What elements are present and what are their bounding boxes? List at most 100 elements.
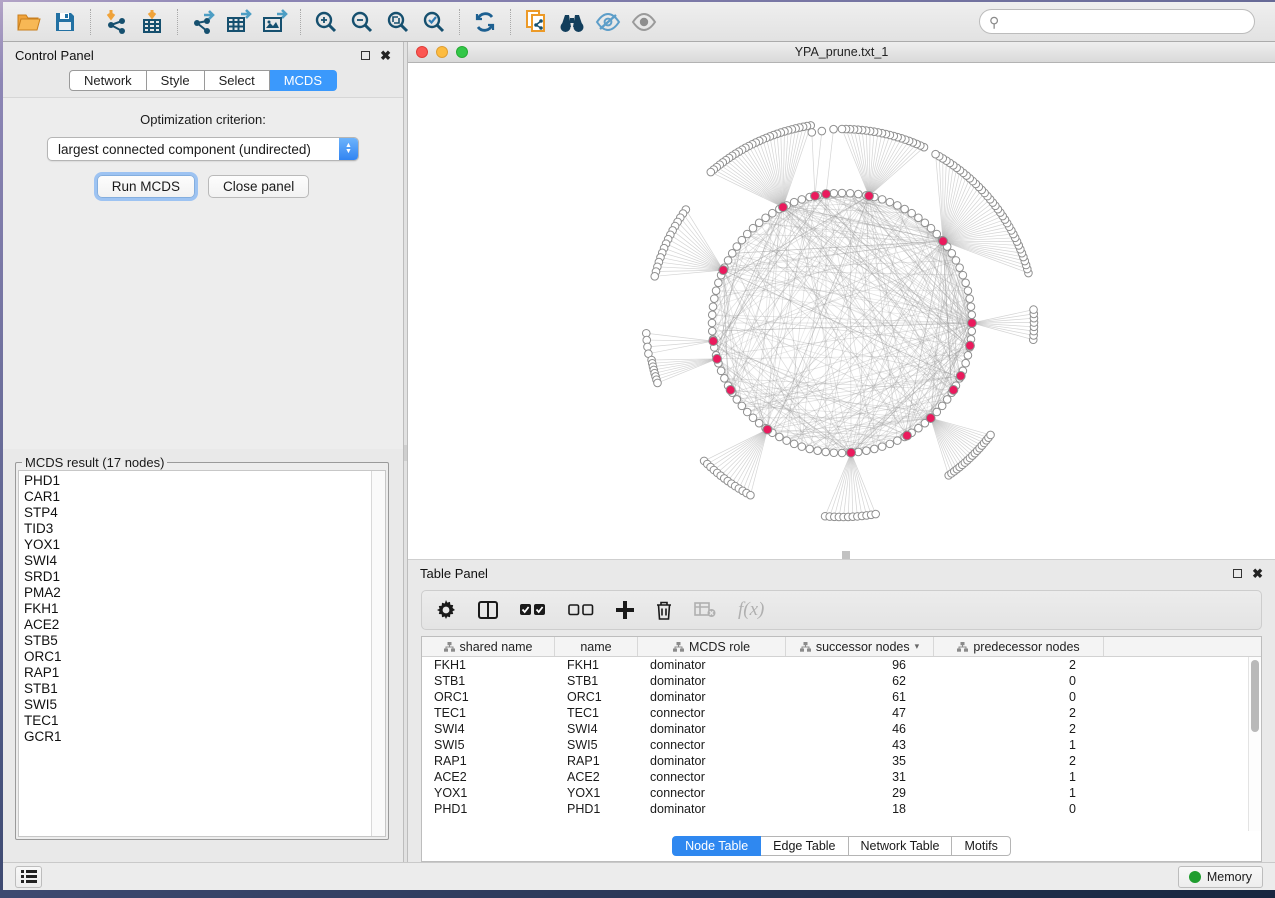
mcds-hub-node[interactable] — [968, 319, 977, 328]
network-node[interactable] — [894, 437, 902, 445]
cell-name[interactable]: ACE2 — [555, 770, 638, 784]
tab-network[interactable]: Network — [69, 70, 147, 91]
network-view-titlebar[interactable]: YPA_prune.txt_1 — [408, 42, 1275, 63]
network-node[interactable] — [798, 443, 806, 451]
close-panel-icon[interactable]: ✖ — [1252, 567, 1263, 580]
cell-MCDS-role[interactable]: dominator — [638, 658, 786, 672]
network-node[interactable] — [733, 243, 741, 251]
column-header-MCDS-role[interactable]: MCDS role — [638, 637, 786, 656]
cell-name[interactable]: RAP1 — [555, 754, 638, 768]
network-leaf-node[interactable] — [830, 125, 838, 133]
network-node[interactable] — [846, 189, 854, 197]
mcds-hub-node[interactable] — [903, 431, 912, 440]
cell-successor-nodes[interactable]: 47 — [786, 706, 934, 720]
mcds-hub-node[interactable] — [726, 386, 735, 395]
network-node[interactable] — [708, 311, 716, 319]
network-leaf-node[interactable] — [932, 150, 940, 158]
zoom-fit-icon[interactable] — [380, 6, 416, 38]
network-node[interactable] — [894, 202, 902, 210]
network-node[interactable] — [964, 352, 972, 360]
cell-predecessor-nodes[interactable]: 2 — [934, 658, 1104, 672]
network-node[interactable] — [968, 311, 976, 319]
network-node[interactable] — [878, 196, 886, 204]
cell-shared-name[interactable]: ACE2 — [422, 770, 555, 784]
network-leaf-node[interactable] — [654, 379, 662, 387]
cell-successor-nodes[interactable]: 31 — [786, 770, 934, 784]
optimization-criterion-select[interactable]: largest connected component (undirected)… — [47, 137, 359, 161]
save-icon[interactable] — [47, 6, 83, 38]
mcds-result-item[interactable]: ACE2 — [24, 617, 371, 633]
table-row[interactable]: STB1STB1dominator620 — [422, 673, 1248, 689]
cell-shared-name[interactable]: SWI5 — [422, 738, 555, 752]
network-node[interactable] — [743, 230, 751, 238]
cell-predecessor-nodes[interactable]: 0 — [934, 674, 1104, 688]
cell-predecessor-nodes[interactable]: 2 — [934, 722, 1104, 736]
open-folder-icon[interactable] — [11, 6, 47, 38]
deselect-all-icon[interactable] — [568, 604, 594, 616]
hide-selected-icon[interactable] — [590, 6, 626, 38]
network-graph[interactable] — [408, 63, 1275, 559]
cell-successor-nodes[interactable]: 61 — [786, 690, 934, 704]
network-node[interactable] — [790, 198, 798, 206]
tab-node-table[interactable]: Node Table — [672, 836, 761, 856]
network-node[interactable] — [715, 279, 723, 287]
network-node[interactable] — [712, 287, 720, 295]
network-leaf-node[interactable] — [838, 125, 846, 133]
network-node[interactable] — [708, 327, 716, 335]
mcds-result-item[interactable]: ORC1 — [24, 649, 371, 665]
mcds-hub-node[interactable] — [719, 266, 728, 275]
mcds-hub-node[interactable] — [709, 337, 718, 346]
tab-motifs[interactable]: Motifs — [952, 836, 1010, 856]
mcds-list-scrollbar[interactable] — [371, 471, 385, 836]
float-panel-icon[interactable] — [361, 51, 370, 60]
cell-MCDS-role[interactable]: dominator — [638, 802, 786, 816]
mcds-result-item[interactable]: TEC1 — [24, 713, 371, 729]
cell-MCDS-role[interactable]: connector — [638, 706, 786, 720]
cell-shared-name[interactable]: FKH1 — [422, 658, 555, 672]
network-node[interactable] — [959, 271, 967, 279]
import-table-icon[interactable] — [134, 6, 170, 38]
network-node[interactable] — [728, 250, 736, 258]
mcds-result-item[interactable]: SRD1 — [24, 569, 371, 585]
float-panel-icon[interactable] — [1233, 569, 1242, 578]
cell-name[interactable]: PHD1 — [555, 802, 638, 816]
network-node[interactable] — [948, 250, 956, 258]
delete-column-icon[interactable] — [656, 601, 672, 620]
mcds-hub-node[interactable] — [926, 414, 935, 423]
mcds-hub-node[interactable] — [763, 425, 772, 434]
network-leaf-node[interactable] — [707, 168, 715, 176]
mcds-hub-node[interactable] — [779, 203, 788, 212]
network-node[interactable] — [952, 257, 960, 265]
network-node[interactable] — [962, 279, 970, 287]
select-all-icon[interactable] — [520, 604, 546, 616]
mcds-hub-node[interactable] — [949, 386, 958, 395]
cell-shared-name[interactable]: YOX1 — [422, 786, 555, 800]
table-row[interactable]: YOX1YOX1connector291 — [422, 785, 1248, 801]
column-header-shared-name[interactable]: shared name — [422, 637, 555, 656]
run-mcds-button[interactable]: Run MCDS — [97, 175, 195, 198]
mcds-hub-node[interactable] — [939, 237, 948, 246]
table-scrollbar-thumb[interactable] — [1251, 660, 1259, 732]
cell-name[interactable]: FKH1 — [555, 658, 638, 672]
binoculars-icon[interactable] — [554, 6, 590, 38]
mcds-hub-node[interactable] — [956, 371, 965, 380]
show-all-icon[interactable] — [626, 6, 662, 38]
cell-predecessor-nodes[interactable]: 1 — [934, 770, 1104, 784]
zoom-selected-icon[interactable] — [416, 6, 452, 38]
network-node[interactable] — [755, 219, 763, 227]
gear-icon[interactable] — [436, 600, 456, 620]
table-row[interactable]: PHD1PHD1dominator180 — [422, 801, 1248, 817]
network-leaf-node[interactable] — [1030, 306, 1038, 314]
network-search-field[interactable]: ⚲ — [979, 9, 1255, 34]
cell-shared-name[interactable]: PHD1 — [422, 802, 555, 816]
network-node[interactable] — [915, 214, 923, 222]
network-node[interactable] — [962, 359, 970, 367]
network-leaf-node[interactable] — [987, 431, 995, 439]
horizontal-splitter-handle[interactable] — [842, 551, 850, 559]
column-header-name[interactable]: name — [555, 637, 638, 656]
network-node[interactable] — [908, 209, 916, 217]
network-node[interactable] — [822, 448, 830, 456]
cell-predecessor-nodes[interactable]: 1 — [934, 786, 1104, 800]
network-node[interactable] — [838, 189, 846, 197]
cell-MCDS-role[interactable]: dominator — [638, 754, 786, 768]
